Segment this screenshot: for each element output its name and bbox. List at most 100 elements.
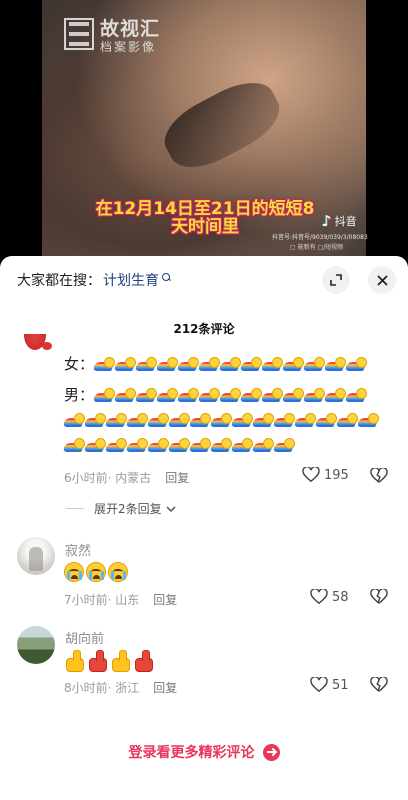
emoji (190, 438, 211, 453)
douyin-account-id: 抖音号:抖音号/9039/039/3/08083 (272, 234, 368, 241)
emoji (232, 438, 253, 453)
comment-text: 男： (64, 383, 394, 458)
emoji (110, 650, 131, 672)
login-prompt-button[interactable]: 登录看更多精彩评论 (0, 742, 408, 762)
comment-author[interactable]: 胡向前 (65, 628, 104, 647)
watermark-title: 故视汇 (100, 18, 161, 40)
emoji-row (94, 388, 367, 403)
emoji (304, 357, 325, 372)
emoji (108, 562, 128, 582)
avatar[interactable] (17, 537, 55, 575)
emoji (283, 388, 304, 403)
comment-author[interactable]: 寂然 (65, 540, 91, 559)
heart-icon (310, 589, 328, 605)
expand-button[interactable] (322, 266, 350, 294)
emoji (169, 438, 190, 453)
avatar[interactable] (17, 626, 55, 664)
emoji (133, 650, 154, 672)
emoji (199, 357, 220, 372)
expand-replies-button[interactable]: 展开2条回复 (66, 500, 176, 517)
emoji (346, 388, 367, 403)
like-button[interactable]: 51 (310, 677, 349, 693)
emoji (199, 388, 220, 403)
like-count: 195 (324, 467, 349, 483)
emoji (127, 438, 148, 453)
heart-icon (310, 677, 328, 693)
emoji (220, 388, 241, 403)
emoji (325, 357, 346, 372)
emoji (325, 388, 346, 403)
like-button[interactable]: 195 (302, 467, 349, 483)
dislike-icon[interactable] (370, 468, 388, 484)
emoji (136, 357, 157, 372)
emoji (64, 413, 85, 428)
like-button[interactable]: 58 (310, 589, 349, 605)
emoji (94, 357, 115, 372)
emoji (85, 413, 106, 428)
film-icon (64, 18, 94, 50)
emoji (115, 388, 136, 403)
arrow-right-icon (262, 743, 280, 761)
emoji (178, 388, 199, 403)
trending-search[interactable]: 大家都在搜： 计划生育 (17, 270, 171, 290)
emoji (64, 438, 85, 453)
comment-text (64, 650, 154, 672)
channel-watermark: 故视汇 档案影像 (64, 18, 160, 54)
search-icon (162, 272, 171, 282)
emoji (94, 388, 115, 403)
comment-text (64, 562, 128, 582)
comment-time: 8小时前· 浙江 (64, 681, 140, 695)
comment-text: 女： (64, 352, 367, 377)
emoji-row (64, 438, 295, 453)
comment-line: 女： (64, 352, 367, 377)
emoji (358, 413, 379, 428)
emoji (190, 413, 211, 428)
emoji (115, 357, 136, 372)
comment-count: 212条评论 (173, 322, 235, 336)
emoji (148, 438, 169, 453)
search-term-link[interactable]: 计划生育 (103, 270, 159, 290)
close-button[interactable] (368, 266, 396, 294)
emoji (106, 438, 127, 453)
watermark-subtitle: 档案影像 (100, 40, 157, 54)
emoji-row (94, 357, 367, 372)
douyin-extra-text: □ 能新有 □/短视频 (290, 244, 344, 251)
comment-line-label: 女： (64, 355, 95, 373)
emoji (64, 562, 84, 582)
emoji-row (64, 413, 379, 428)
dislike-icon[interactable] (370, 589, 388, 605)
emoji (241, 388, 262, 403)
emoji (211, 413, 232, 428)
avatar[interactable] (18, 334, 52, 354)
comment-meta: 6小时前· 内蒙古 回复 (64, 469, 189, 486)
comment-meta: 7小时前· 山东 回复 (64, 591, 177, 608)
comment-time: 7小时前· 山东 (64, 593, 140, 607)
subtitle-line-1: 在12月14日至21日的短短8 (95, 199, 315, 219)
reply-button[interactable]: 回复 (165, 469, 189, 486)
heart-icon (302, 467, 320, 483)
video-player[interactable]: 故视汇 档案影像 在12月14日至21日的短短8 天时间里 ♪ 抖音 抖音号:抖… (0, 0, 408, 262)
expand-icon (330, 274, 342, 286)
emoji (169, 413, 190, 428)
emoji (253, 413, 274, 428)
emoji (127, 413, 148, 428)
reply-button[interactable]: 回复 (153, 591, 177, 608)
emoji (274, 413, 295, 428)
emoji (157, 357, 178, 372)
search-prefix: 大家都在搜： (17, 273, 101, 289)
reply-button[interactable]: 回复 (153, 679, 177, 696)
emoji (87, 650, 108, 672)
emoji (295, 413, 316, 428)
emoji (178, 357, 199, 372)
emoji (86, 562, 106, 582)
emoji (283, 357, 304, 372)
emoji (85, 438, 106, 453)
emoji (64, 650, 85, 672)
dislike-icon[interactable] (370, 677, 388, 693)
comment-line-label: 男： (64, 386, 95, 404)
chevron-down-icon (166, 505, 176, 512)
emoji (148, 413, 169, 428)
emoji (220, 357, 241, 372)
expand-replies-label: 展开2条回复 (94, 502, 162, 516)
comment-line: 男： (64, 383, 394, 408)
